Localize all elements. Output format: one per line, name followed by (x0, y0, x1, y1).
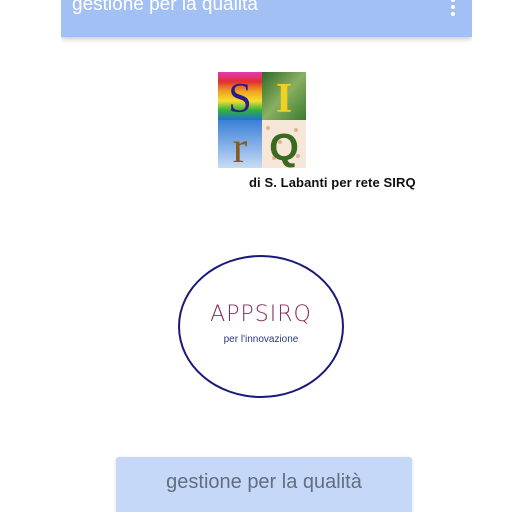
svg-text:S: S (228, 76, 251, 122)
badge-title: APPSIRQ (210, 302, 312, 327)
badge-subtitle: per l'innovazione (223, 334, 299, 345)
main-button-label: gestione per la qualità (166, 471, 362, 493)
app-bar-title: gestione per la qualità (72, 0, 258, 15)
svg-text:r: r (233, 123, 248, 168)
appsirq-badge: APPSIRQ per l'innovazione (178, 255, 344, 398)
app-screen: gestione per la qualità S I r Q di S. La… (61, 0, 472, 512)
credit-text: di S. Labanti per rete SIRQ (249, 175, 416, 190)
svg-text:Q: Q (269, 127, 299, 168)
app-bar: gestione per la qualità (61, 0, 472, 37)
sirq-logo: S I r Q (218, 72, 306, 168)
gestione-qualita-button[interactable]: gestione per la qualità (116, 457, 412, 512)
more-vert-icon[interactable] (450, 0, 456, 16)
svg-text:I: I (276, 76, 292, 122)
